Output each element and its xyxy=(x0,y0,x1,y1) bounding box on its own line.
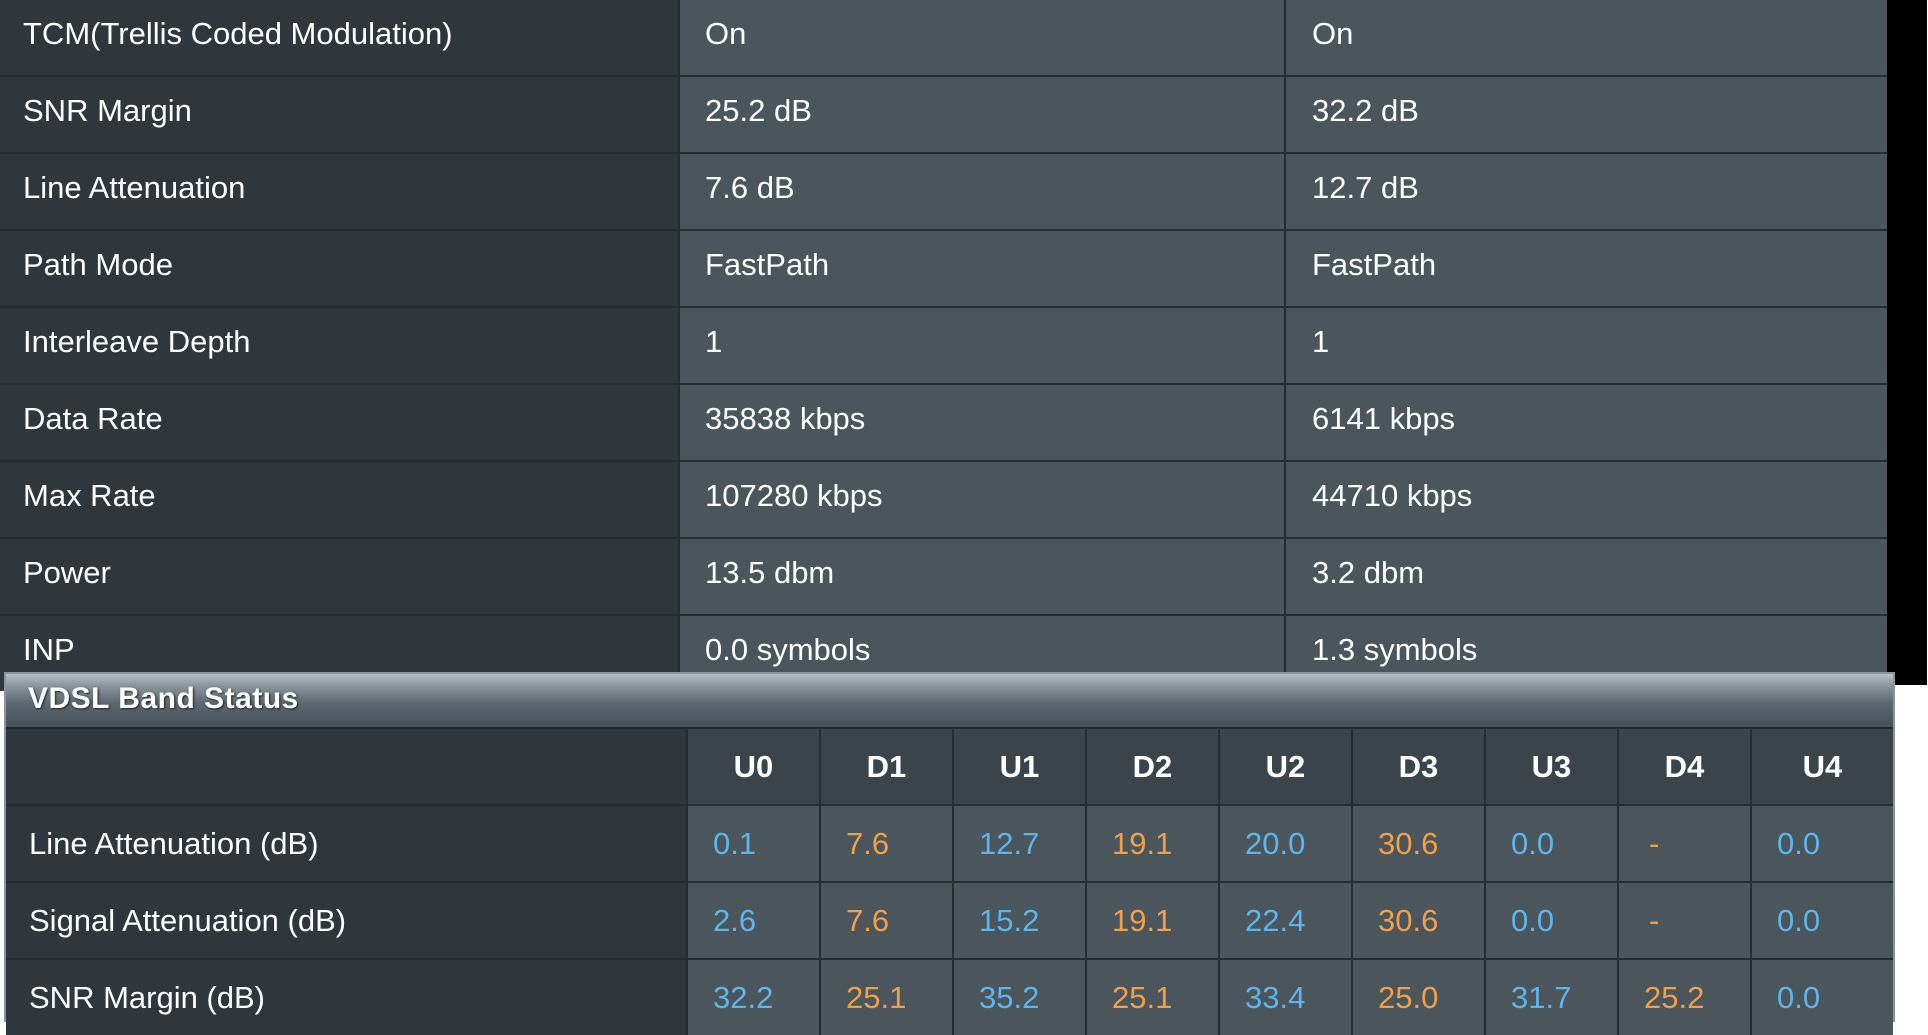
column-header-d3: D3 xyxy=(1351,729,1484,804)
band-header-row: U0 D1 U1 D2 U2 D3 U3 D4 U4 xyxy=(6,729,1893,806)
column-header-u4: U4 xyxy=(1750,729,1893,804)
band-status-title: VDSL Band Status xyxy=(28,682,299,715)
row-label: Line Attenuation (dB) xyxy=(6,806,686,881)
band-value: 31.7 xyxy=(1484,960,1617,1035)
band-value: 15.2 xyxy=(952,883,1085,958)
band-value: 0.1 xyxy=(686,806,819,881)
line-status-table: TCM(Trellis Coded Modulation) On On SNR … xyxy=(0,0,1887,691)
column-header-d2: D2 xyxy=(1085,729,1218,804)
upstream-value: FastPath xyxy=(1284,231,1887,306)
downstream-value: 1 xyxy=(678,308,1284,383)
band-value: - xyxy=(1617,806,1750,881)
column-header-u2: U2 xyxy=(1218,729,1351,804)
row-label: Signal Attenuation (dB) xyxy=(6,883,686,958)
band-value: 19.1 xyxy=(1085,883,1218,958)
downstream-value: 35838 kbps xyxy=(678,385,1284,460)
downstream-value: 13.5 dbm xyxy=(678,539,1284,614)
table-row-snr-margin: SNR Margin 25.2 dB 32.2 dB xyxy=(0,77,1887,154)
table-row-data-rate: Data Rate 35838 kbps 6141 kbps xyxy=(0,385,1887,462)
band-value: 0.0 xyxy=(1750,883,1893,958)
band-value: 0.0 xyxy=(1750,806,1893,881)
row-label: SNR Margin (dB) xyxy=(6,960,686,1035)
band-value: 33.4 xyxy=(1218,960,1351,1035)
row-label: TCM(Trellis Coded Modulation) xyxy=(0,0,678,75)
band-value: 22.4 xyxy=(1218,883,1351,958)
band-value: 19.1 xyxy=(1085,806,1218,881)
window-edge xyxy=(1887,0,1927,685)
band-value: 20.0 xyxy=(1218,806,1351,881)
header-corner xyxy=(6,729,686,804)
row-label: Line Attenuation xyxy=(0,154,678,229)
band-value: 32.2 xyxy=(686,960,819,1035)
row-label: SNR Margin xyxy=(0,77,678,152)
row-label: Power xyxy=(0,539,678,614)
band-value: 25.0 xyxy=(1351,960,1484,1035)
band-value: 2.6 xyxy=(686,883,819,958)
upstream-value: 44710 kbps xyxy=(1284,462,1887,537)
upstream-value: 12.7 dB xyxy=(1284,154,1887,229)
upstream-value: 1 xyxy=(1284,308,1887,383)
table-row-max-rate: Max Rate 107280 kbps 44710 kbps xyxy=(0,462,1887,539)
column-header-d1: D1 xyxy=(819,729,952,804)
column-header-u0: U0 xyxy=(686,729,819,804)
downstream-value: FastPath xyxy=(678,231,1284,306)
band-value: 25.2 xyxy=(1617,960,1750,1035)
band-value: 7.6 xyxy=(819,883,952,958)
band-row-line-attenuation: Line Attenuation (dB) 0.1 7.6 12.7 19.1 … xyxy=(6,806,1893,883)
table-row-line-attenuation: Line Attenuation 7.6 dB 12.7 dB xyxy=(0,154,1887,231)
table-row-tcm: TCM(Trellis Coded Modulation) On On xyxy=(0,0,1887,77)
band-value: - xyxy=(1617,883,1750,958)
band-value: 12.7 xyxy=(952,806,1085,881)
column-header-d4: D4 xyxy=(1617,729,1750,804)
band-value: 25.1 xyxy=(819,960,952,1035)
upstream-value: 3.2 dbm xyxy=(1284,539,1887,614)
column-header-u1: U1 xyxy=(952,729,1085,804)
band-value: 0.0 xyxy=(1484,806,1617,881)
row-label: Data Rate xyxy=(0,385,678,460)
band-status-header: VDSL Band Status xyxy=(6,674,1893,729)
downstream-value: 107280 kbps xyxy=(678,462,1284,537)
downstream-value: On xyxy=(678,0,1284,75)
band-row-signal-attenuation: Signal Attenuation (dB) 2.6 7.6 15.2 19.… xyxy=(6,883,1893,960)
table-row-path-mode: Path Mode FastPath FastPath xyxy=(0,231,1887,308)
row-label: Max Rate xyxy=(0,462,678,537)
vdsl-band-status-panel: VDSL Band Status U0 D1 U1 D2 U2 D3 U3 D4… xyxy=(4,672,1895,1035)
row-label: Path Mode xyxy=(0,231,678,306)
downstream-value: 7.6 dB xyxy=(678,154,1284,229)
band-row-snr-margin: SNR Margin (dB) 32.2 25.1 35.2 25.1 33.4… xyxy=(6,960,1893,1035)
column-header-u3: U3 xyxy=(1484,729,1617,804)
band-value: 30.6 xyxy=(1351,806,1484,881)
upstream-value: On xyxy=(1284,0,1887,75)
downstream-value: 25.2 dB xyxy=(678,77,1284,152)
table-row-power: Power 13.5 dbm 3.2 dbm xyxy=(0,539,1887,616)
band-value: 0.0 xyxy=(1750,960,1893,1035)
upstream-value: 32.2 dB xyxy=(1284,77,1887,152)
band-value: 35.2 xyxy=(952,960,1085,1035)
table-row-interleave-depth: Interleave Depth 1 1 xyxy=(0,308,1887,385)
band-value: 30.6 xyxy=(1351,883,1484,958)
band-value: 7.6 xyxy=(819,806,952,881)
band-value: 25.1 xyxy=(1085,960,1218,1035)
upstream-value: 6141 kbps xyxy=(1284,385,1887,460)
band-value: 0.0 xyxy=(1484,883,1617,958)
row-label: Interleave Depth xyxy=(0,308,678,383)
